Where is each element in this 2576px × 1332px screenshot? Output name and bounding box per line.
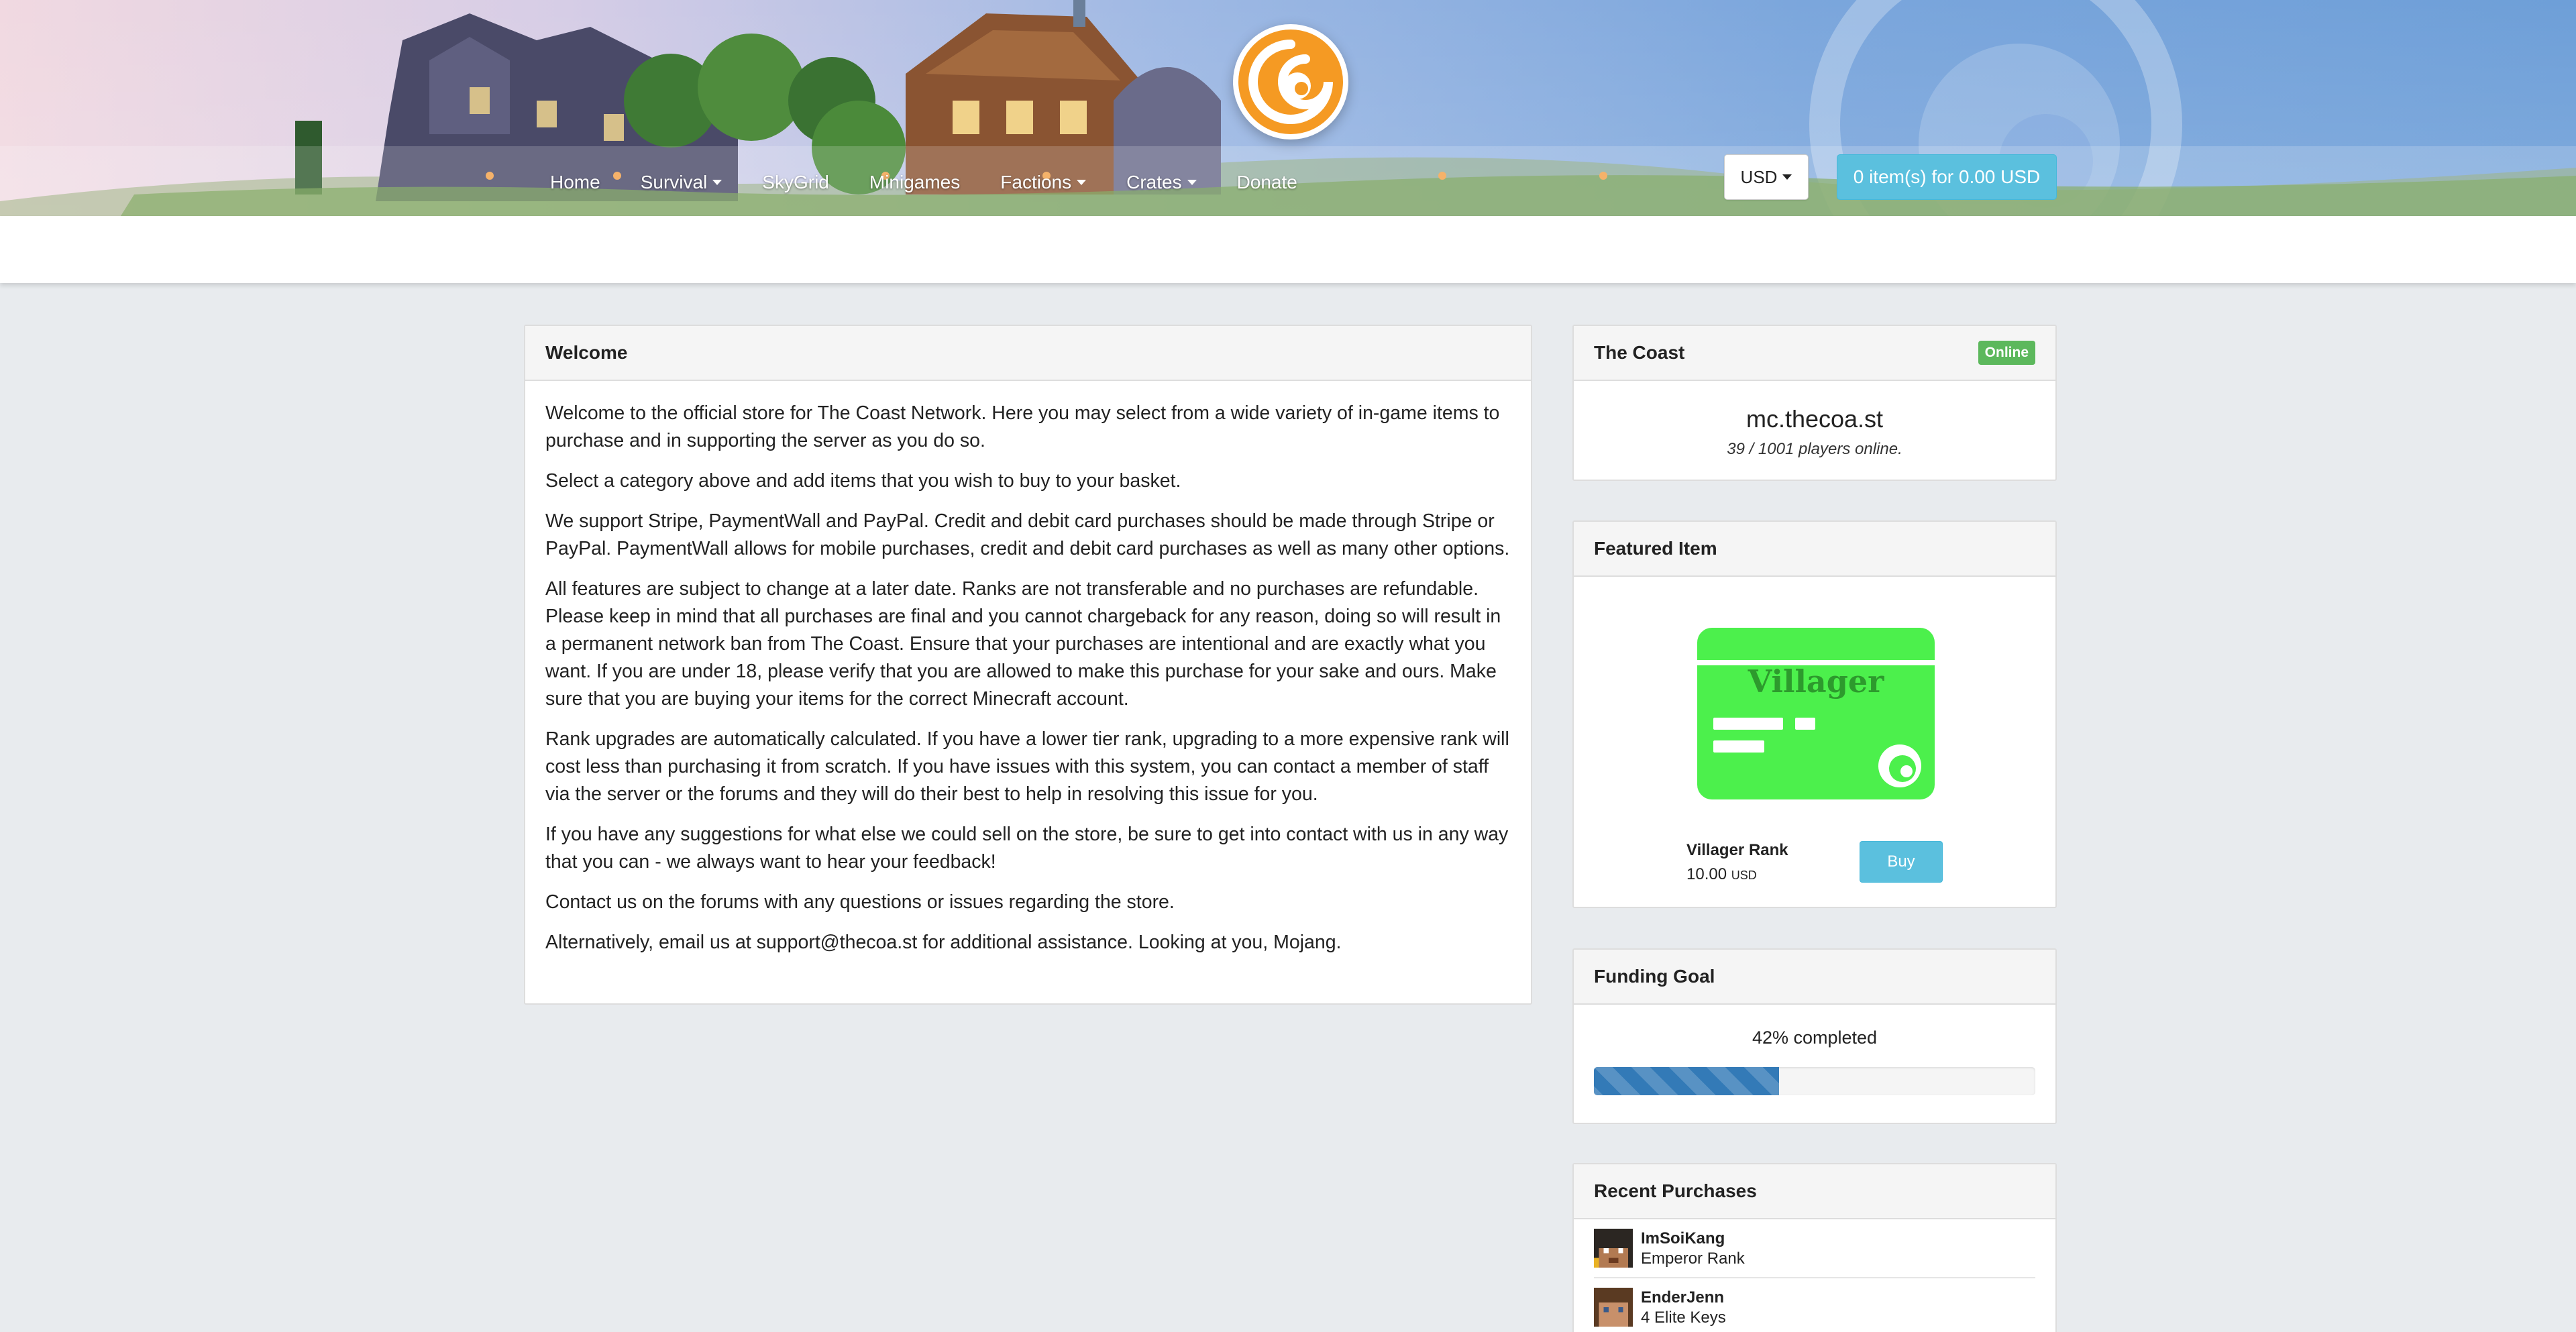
basket-label: 0 item(s) for 0.00 USD <box>1853 166 2041 187</box>
nav-minigames[interactable]: Minigames <box>849 172 980 193</box>
panel-title: Welcome <box>545 342 628 363</box>
purchase-info: EnderJenn 4 Elite Keys <box>1641 1288 1726 1328</box>
purchase-product: Emperor Rank <box>1641 1250 1745 1268</box>
site-logo[interactable] <box>1233 24 1348 140</box>
nav-factions[interactable]: Factions <box>980 172 1106 193</box>
purchaser-name: ImSoiKang <box>1641 1229 1725 1247</box>
nav-label: SkyGrid <box>762 172 829 192</box>
nav-label: Donate <box>1236 172 1297 192</box>
welcome-paragraph: We support Stripe, PaymentWall and PayPa… <box>545 510 1510 559</box>
featured-item-price: 10.00 USD <box>1686 865 1757 884</box>
purchase-product: 4 Elite Keys <box>1641 1309 1726 1327</box>
welcome-paragraph: All features are subject to change at a … <box>545 578 1501 710</box>
nav-skygrid[interactable]: SkyGrid <box>742 172 849 193</box>
purchaser-name: EnderJenn <box>1641 1288 1725 1307</box>
panel-heading: Welcome <box>525 326 1531 381</box>
currency-label: USD <box>1740 166 1778 187</box>
caret-down-icon <box>1782 174 1792 180</box>
welcome-body: Welcome to the official store for The Co… <box>525 381 1531 988</box>
panel-title: Featured Item <box>1594 538 1717 559</box>
featured-item-name: Villager Rank <box>1686 841 1788 859</box>
panel-heading: Recent Purchases <box>1574 1164 2055 1219</box>
welcome-panel: Welcome Welcome to the official store fo… <box>524 325 1532 1005</box>
welcome-paragraph: If you have any suggestions for what els… <box>545 824 1509 873</box>
welcome-paragraph: Welcome to the official store for The Co… <box>545 402 1500 451</box>
header-subbar <box>0 216 2576 283</box>
funding-goal-panel: Funding Goal 42% completed <box>1572 948 2057 1124</box>
basket-button[interactable]: 0 item(s) for 0.00 USD <box>1837 154 2057 200</box>
welcome-paragraph: Rank upgrades are automatically calculat… <box>545 728 1509 805</box>
panel-heading: Funding Goal <box>1574 950 2055 1005</box>
nav-home[interactable]: Home <box>530 172 621 193</box>
currency-dropdown[interactable]: USD <box>1724 154 1809 200</box>
rank-card-text: Villager <box>1748 663 1885 700</box>
nav-label: Survival <box>640 172 708 192</box>
nav-donate[interactable]: Donate <box>1217 172 1318 193</box>
funding-body: 42% completed <box>1574 1005 2055 1114</box>
nav-label: Minigames <box>869 172 961 192</box>
buy-label: Buy <box>1887 852 1915 871</box>
price-currency: USD <box>1731 869 1757 882</box>
buy-button[interactable]: Buy <box>1860 841 1943 883</box>
avatar <box>1594 1229 1633 1268</box>
purchase-item: ImSoiKang Emperor Rank <box>1594 1219 2035 1278</box>
nav-crates[interactable]: Crates <box>1106 172 1216 193</box>
panel-heading: Featured Item <box>1574 522 2055 577</box>
server-ip: mc.thecoa.st <box>1746 405 1884 433</box>
rank-card-image[interactable]: Villager <box>1697 628 1935 799</box>
funding-status-text: 42% completed <box>1752 1028 1878 1048</box>
caret-down-icon <box>712 180 722 185</box>
players-online: 39 / 1001 players online. <box>1727 440 1902 458</box>
server-body: mc.thecoa.st 39 / 1001 players online. <box>1574 381 2055 478</box>
welcome-paragraph: Contact us on the forums with any questi… <box>545 891 1175 913</box>
avatar <box>1594 1288 1633 1327</box>
panel-title: The Coast <box>1594 342 1685 363</box>
recent-body: ImSoiKang Emperor Rank EnderJenn 4 Elite… <box>1574 1219 2055 1332</box>
panel-title: Recent Purchases <box>1594 1180 1757 1201</box>
server-status-panel: The Coast Online mc.thecoa.st 39 / 1001 … <box>1572 325 2057 481</box>
status-badge: Online <box>1978 341 2035 365</box>
main-nav: Home Survival SkyGrid Minigames Factions… <box>530 165 1318 200</box>
funding-progress-bar <box>1594 1067 1780 1095</box>
purchase-item: EnderJenn 4 Elite Keys <box>1594 1278 2035 1332</box>
nav-label: Factions <box>1000 172 1072 192</box>
featured-item-panel: Featured Item Villager Villager Rank 10.… <box>1572 520 2057 908</box>
nav-survival[interactable]: Survival <box>621 172 743 193</box>
nav-label: Crates <box>1126 172 1182 192</box>
welcome-paragraph: Alternatively, email us at support@theco… <box>545 932 1342 953</box>
panel-title: Funding Goal <box>1594 966 1715 987</box>
coast-wave-icon <box>1238 30 1343 134</box>
price-value: 10.00 <box>1686 865 1727 883</box>
panel-heading: The Coast Online <box>1574 326 2055 381</box>
caret-down-icon <box>1077 180 1087 185</box>
funding-progress-track <box>1594 1067 2035 1095</box>
recent-purchases-panel: Recent Purchases ImSoiKang Emperor Rank <box>1572 1163 2057 1332</box>
purchase-info: ImSoiKang Emperor Rank <box>1641 1229 1745 1269</box>
nav-label: Home <box>550 172 600 192</box>
welcome-paragraph: Select a category above and add items th… <box>545 470 1181 492</box>
caret-down-icon <box>1187 180 1197 185</box>
